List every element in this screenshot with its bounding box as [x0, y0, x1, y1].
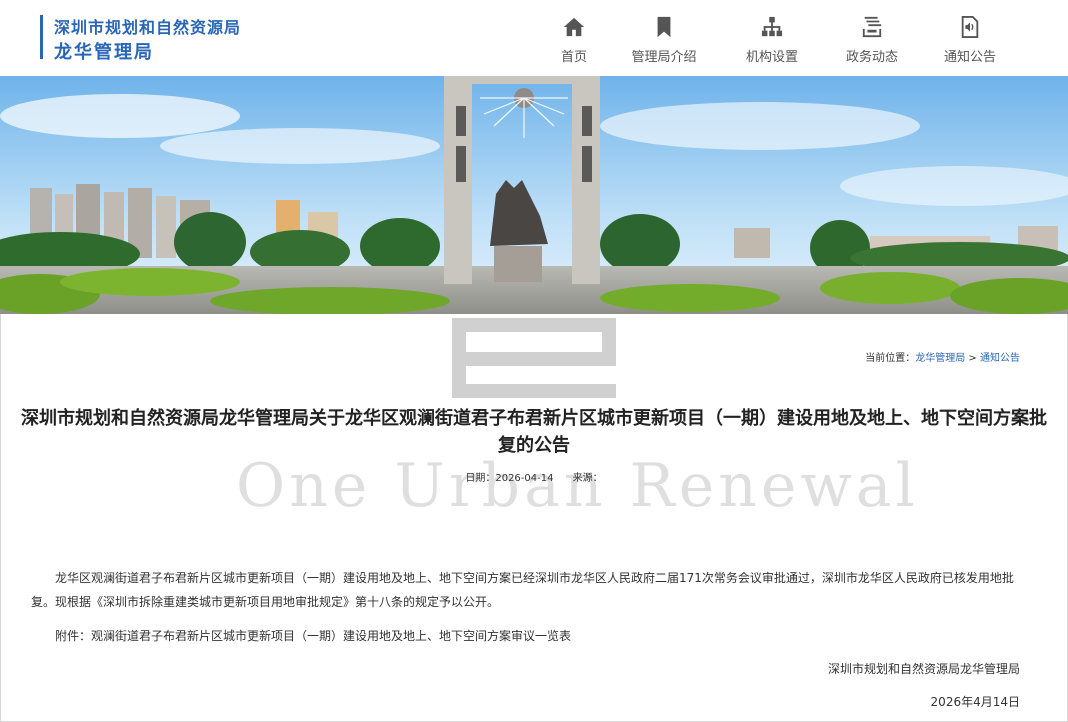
announcement-icon: [961, 16, 979, 38]
nav-home[interactable]: 首页: [546, 0, 602, 76]
article-source: 来源：: [573, 473, 603, 484]
article-meta: 日期：2026-04-14 来源：: [0, 469, 1068, 484]
nav-news[interactable]: 政务动态: [834, 0, 910, 76]
breadcrumb-link-notice[interactable]: 通知公告: [980, 353, 1020, 364]
breadcrumb: 当前位置：龙华管理局 > 通知公告: [865, 349, 1020, 364]
article-signature: 深圳市规划和自然资源局龙华管理局: [827, 662, 1020, 676]
article-title: 深圳市规划和自然资源局龙华管理局关于龙华区观澜街道君子布君新片区城市更新项目（一…: [21, 408, 1047, 456]
news-icon: [862, 16, 882, 38]
breadcrumb-separator: >: [965, 353, 980, 364]
breadcrumb-prefix: 当前位置：: [865, 353, 916, 364]
watermark-text: One Urban Renewal: [236, 451, 919, 521]
article-attachment[interactable]: 附件：观澜街道君子布君新片区城市更新项目（一期）建设用地及地上、地下空间方案审议…: [31, 624, 1031, 648]
bookmark-icon: [657, 16, 671, 38]
article-date: 日期：2026-04-14: [465, 473, 553, 484]
nav-notice-label: 通知公告: [943, 50, 996, 65]
nav-news-label: 政务动态: [845, 50, 898, 65]
date-label: 日期：: [465, 473, 496, 484]
hero-banner: [0, 76, 1068, 314]
nav-structure-label: 机构设置: [745, 50, 798, 65]
watermark-logo-icon: [452, 318, 616, 398]
article-paragraph-1: 龙华区观澜街道君子布君新片区城市更新项目（一期）建设用地及地上、地下空间方案已经…: [31, 571, 1014, 609]
nav-structure[interactable]: 机构设置: [736, 0, 808, 76]
home-icon: [563, 17, 585, 37]
source-label: 来源：: [572, 473, 603, 484]
nav-notice[interactable]: 通知公告: [934, 0, 1006, 76]
article-sign-date: 2026年4月14日: [930, 695, 1020, 709]
org-name-line1[interactable]: 深圳市规划和自然资源局: [54, 14, 241, 38]
org-name-line2[interactable]: 龙华管理局: [54, 38, 154, 64]
date-value: 2026-04-14: [495, 473, 554, 484]
nav-about-label: 管理局介绍: [631, 50, 697, 65]
site-header: 深圳市规划和自然资源局 龙华管理局 首页 管理局介绍 机构设置 政务动态 通知公…: [0, 0, 1068, 76]
banner-scene-image: [0, 76, 1068, 314]
logo-accent-bar: [40, 15, 43, 59]
org-chart-icon: [761, 16, 783, 37]
nav-about[interactable]: 管理局介绍: [624, 0, 704, 76]
breadcrumb-link-home[interactable]: 龙华管理局: [915, 353, 965, 364]
nav-home-label: 首页: [560, 50, 587, 65]
